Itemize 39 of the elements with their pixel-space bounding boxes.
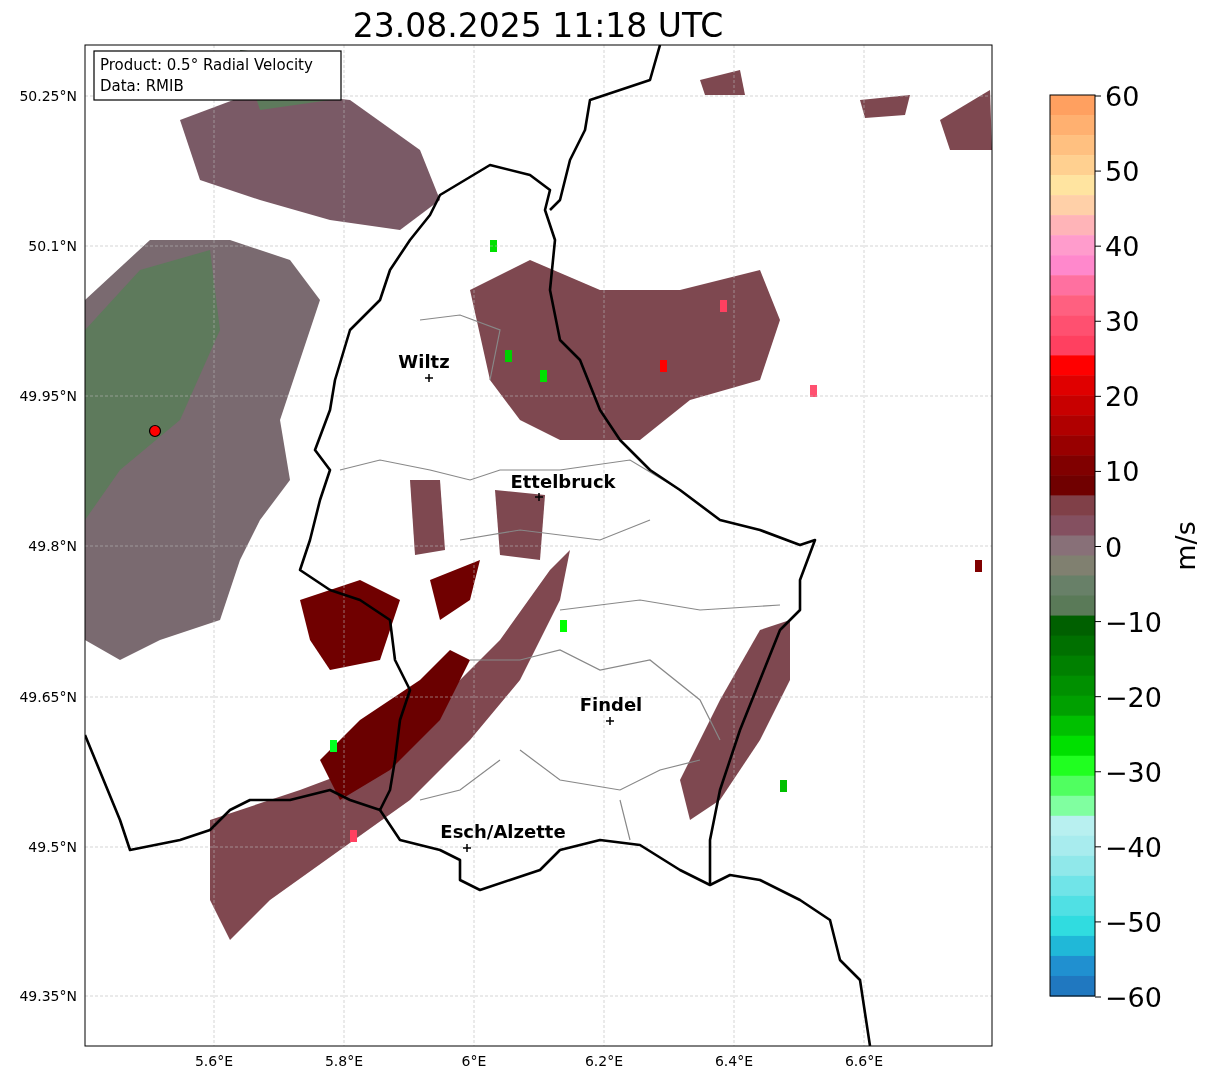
latitude-label: 49.65°N [19,689,77,705]
place-label: Findel [579,694,643,715]
colorbar-tick-label: 60 [1105,81,1140,112]
latitude-label: 49.35°N [19,988,77,1004]
colorbar-tick-label: 50 [1105,156,1140,188]
colorbar-tick-label: −60 [1105,982,1162,1013]
latitude-label: 50.25°N [19,88,77,104]
colorbar-tick-label: 0 [1105,531,1123,563]
longitude-label: 6.4°E [714,1053,754,1069]
radar-site-marker [148,424,162,438]
latitude-label: 49.8°N [28,538,77,554]
longitude-label: 5.6°E [194,1053,234,1069]
colorbar-tick-label: −30 [1105,756,1162,788]
place-marker-icon [605,716,615,726]
longitude-label: 6.2°E [584,1053,624,1069]
place-label: Esch/Alzette [440,821,566,842]
colorbar-tick-label: −10 [1105,606,1162,638]
info-text: Product: 0.5° Radial Velocity [100,56,313,74]
colorbar-tick-label: 30 [1105,306,1140,338]
place-label: Ettelbruck [510,471,616,492]
colorbar-tick-label: 20 [1105,381,1140,413]
colorbar-tick-label: 40 [1105,231,1140,263]
place-label: Wiltz [398,351,450,372]
latitude-label: 50.1°N [28,238,77,254]
longitude-label: 6°E [461,1053,487,1069]
place-marker-icon [424,373,434,383]
place-marker-icon [462,843,472,853]
latitude-label: 49.5°N [28,839,77,855]
colorbar-label: m/s [1170,521,1201,571]
colorbar-tick-label: 10 [1105,456,1140,488]
longitude-label: 5.8°E [324,1053,364,1069]
colorbar-tick-label: −20 [1105,681,1162,713]
colorbar-tick-label: −50 [1105,906,1162,938]
latitude-label: 49.95°N [19,388,77,404]
info-text: Data: RMIB [100,77,184,95]
colorbar-tick-label: −40 [1105,831,1162,863]
place-marker-icon [534,492,544,502]
longitude-label: 6.6°E [844,1053,884,1069]
chart-title: 23.08.2025 11:18 UTC [352,6,724,45]
